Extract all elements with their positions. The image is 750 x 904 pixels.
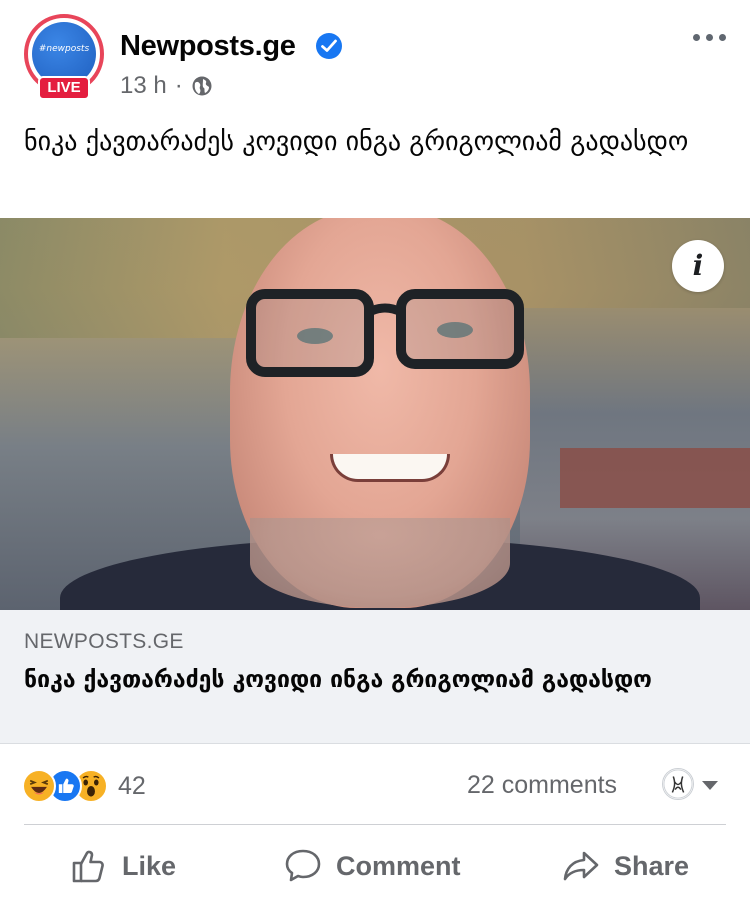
share-button[interactable]: Share: [562, 844, 689, 888]
action-bar: Like Comment Share: [0, 826, 750, 904]
post-header: #newposts LIVE Newposts.ge 13 h ·: [0, 0, 750, 110]
post-photo[interactable]: i: [0, 218, 750, 610]
comment-button[interactable]: Comment: [284, 844, 461, 888]
photo-glasses: [246, 289, 524, 377]
like-button[interactable]: Like: [70, 844, 176, 888]
thumbs-up-icon: [72, 850, 104, 883]
divider: [24, 824, 726, 825]
photo-roof: [560, 448, 750, 508]
comment-bubble-icon: [285, 849, 321, 882]
viewer-avatar-icon[interactable]: [662, 768, 694, 800]
more-options-button[interactable]: [692, 28, 732, 48]
post-timestamp[interactable]: 13 h: [120, 72, 167, 100]
photo-smile: [330, 454, 450, 482]
reactions-summary[interactable]: 42: [22, 766, 146, 806]
avatar-brand-text: #newposts: [38, 44, 90, 54]
share-arrow-icon: [563, 851, 599, 881]
post-caption: ნიკა ქავთარაძეს კოვიდი ინგა გრიგოლიამ გა…: [24, 127, 689, 157]
comments-count[interactable]: 22 comments: [467, 771, 617, 800]
reaction-count: 42: [118, 771, 146, 800]
info-button[interactable]: i: [672, 240, 724, 292]
link-title: ნიკა ქავთარაძეს კოვიდი ინგა გრიგოლიამ გა…: [24, 667, 652, 693]
page-name[interactable]: Newposts.ge: [120, 30, 296, 63]
photo-beard: [250, 518, 510, 608]
more-dot-icon: [706, 34, 713, 41]
link-preview[interactable]: NEWPOSTS.GE ნიკა ქავთარაძეს კოვიდი ინგა …: [0, 610, 750, 744]
globe-icon: [192, 76, 212, 96]
verified-badge-icon: [316, 33, 342, 59]
like-label: Like: [122, 850, 177, 881]
haha-icon: [22, 769, 56, 803]
comment-label: Comment: [336, 850, 461, 881]
chevron-down-icon[interactable]: [702, 781, 718, 790]
post-meta: 13 h ·: [120, 72, 213, 100]
more-dot-icon: [693, 34, 700, 41]
share-label: Share: [614, 850, 690, 881]
meta-separator: ·: [174, 72, 183, 99]
live-badge: LIVE: [38, 76, 90, 100]
link-domain: NEWPOSTS.GE: [24, 630, 184, 653]
more-dot-icon: [719, 34, 726, 41]
